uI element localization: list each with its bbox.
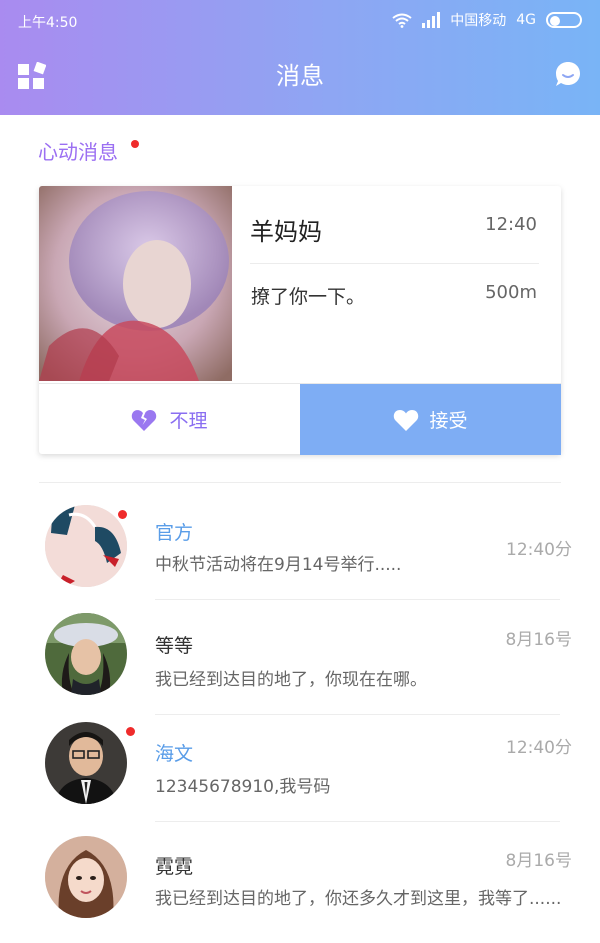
avatar[interactable] — [45, 505, 127, 587]
divider — [39, 482, 561, 483]
conversation-name: 官方 — [155, 522, 194, 544]
divider — [155, 599, 560, 600]
unread-dot — [118, 510, 127, 519]
like-card-name: 羊妈妈 — [250, 218, 322, 246]
app-header: 上午4:50 中国移动 4G 消息 — [0, 0, 600, 115]
ignore-label: 不理 — [169, 410, 208, 432]
like-card-photo[interactable] — [39, 186, 232, 381]
conversation-name: 等等 — [155, 635, 194, 657]
like-card-actions: 不理 接受 — [39, 383, 561, 455]
heart-icon — [394, 409, 419, 431]
signal-icon — [422, 12, 441, 28]
carrier-name: 中国移动 — [450, 13, 507, 29]
conversation-time: 12:40分 — [506, 540, 572, 560]
broken-heart-icon — [132, 409, 157, 431]
divider — [155, 821, 560, 822]
accept-button[interactable]: 接受 — [300, 384, 561, 455]
conversation-item[interactable]: 霓霓 我已经到达目的地了，你还多久才到这里，我等了...... 8月16号 — [0, 833, 600, 943]
conversation-preview: 我已经到达目的地了，你现在在哪。 — [155, 670, 427, 690]
divider — [250, 263, 539, 264]
like-card-time: 12:40 — [485, 214, 537, 235]
conversation-time: 8月16号 — [505, 630, 572, 650]
conversation-preview: 12345678910,我号码 — [155, 777, 331, 797]
conversation-name: 霓霓 — [155, 856, 194, 878]
nav-bar: 消息 — [0, 44, 600, 104]
battery-icon — [546, 12, 582, 28]
like-card-distance: 500m — [485, 282, 537, 303]
page-title: 消息 — [276, 62, 324, 90]
status-time: 上午4:50 — [18, 15, 78, 31]
network-type: 4G — [516, 12, 536, 28]
chat-bubble-icon[interactable] — [554, 60, 582, 88]
avatar[interactable] — [45, 722, 127, 804]
conversation-time: 12:40分 — [506, 738, 572, 758]
avatar[interactable] — [45, 613, 127, 695]
conversation-item[interactable]: 官方 中秋节活动将在9月14号举行..... 12:40分 — [0, 500, 600, 610]
like-card[interactable]: 羊妈妈 12:40 撩了你一下。 500m 不理 接受 — [39, 186, 561, 455]
conversation-preview: 中秋节活动将在9月14号举行..... — [155, 555, 402, 575]
conversation-name: 海文 — [155, 743, 194, 765]
conversation-item[interactable]: 海文 12345678910,我号码 12:40分 — [0, 722, 600, 832]
status-bar: 上午4:50 中国移动 4G — [0, 0, 600, 44]
conversation-item[interactable]: 等等 我已经到达目的地了，你现在在哪。 8月16号 — [0, 611, 600, 721]
portrait-image — [39, 186, 232, 381]
section-title: 心动消息 — [38, 140, 118, 164]
ignore-button[interactable]: 不理 — [39, 384, 300, 455]
divider — [155, 714, 560, 715]
accept-label: 接受 — [429, 410, 468, 432]
status-right: 中国移动 4G — [392, 10, 582, 30]
like-card-message: 撩了你一下。 — [251, 286, 366, 308]
unread-dot — [126, 727, 135, 736]
conversation-time: 8月16号 — [505, 851, 572, 871]
unread-dot — [131, 140, 139, 148]
avatar[interactable] — [45, 836, 127, 918]
conversation-preview: 我已经到达目的地了，你还多久才到这里，我等了...... — [155, 889, 562, 909]
wifi-icon — [392, 13, 412, 28]
